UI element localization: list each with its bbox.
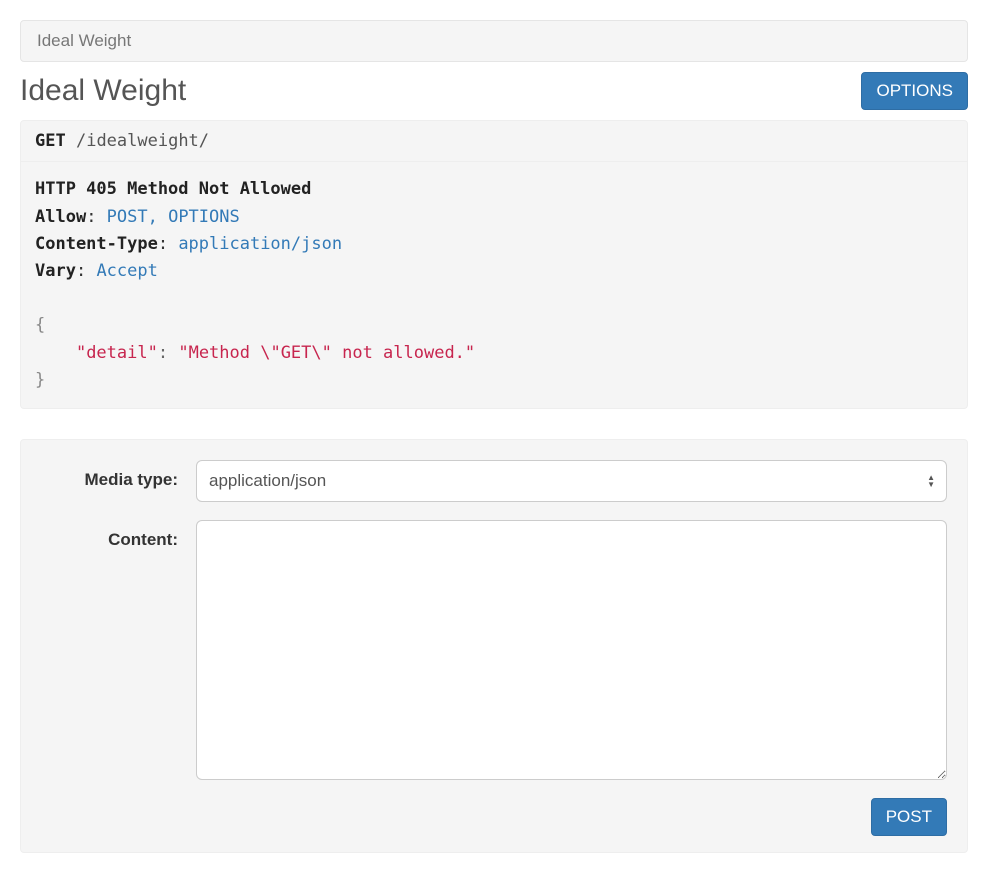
json-close-brace: } bbox=[35, 370, 45, 390]
hdr-allow-val: POST, OPTIONS bbox=[107, 207, 240, 227]
response-status-line: HTTP 405 Method Not Allowed bbox=[35, 179, 311, 199]
options-button[interactable]: OPTIONS bbox=[861, 72, 968, 110]
json-open-brace: { bbox=[35, 315, 45, 335]
hdr-ctype-val: application/json bbox=[178, 234, 342, 254]
post-button[interactable]: POST bbox=[871, 798, 947, 836]
response-block: HTTP 405 Method Not Allowed Allow: POST,… bbox=[20, 162, 968, 409]
media-type-select[interactable]: application/json bbox=[196, 460, 947, 502]
title-row: Ideal Weight OPTIONS bbox=[20, 72, 968, 110]
hdr-allow-key: Allow bbox=[35, 207, 86, 227]
request-line: GET /idealweight/ bbox=[20, 120, 968, 162]
content-label: Content: bbox=[41, 520, 196, 550]
hdr-vary-key: Vary bbox=[35, 261, 76, 281]
form-panel: Media type: application/json ▲▼ Content:… bbox=[20, 439, 968, 853]
hdr-ctype-key: Content-Type bbox=[35, 234, 158, 254]
breadcrumb-current: Ideal Weight bbox=[37, 31, 131, 50]
hdr-vary-val: Accept bbox=[96, 261, 157, 281]
media-type-label: Media type: bbox=[41, 460, 196, 490]
content-textarea[interactable] bbox=[196, 520, 947, 780]
page-title: Ideal Weight bbox=[20, 74, 186, 108]
breadcrumb: Ideal Weight bbox=[20, 20, 968, 62]
request-path: /idealweight/ bbox=[76, 131, 209, 151]
request-method: GET bbox=[35, 131, 66, 151]
json-body-value: "Method \"GET\" not allowed." bbox=[178, 343, 475, 363]
json-body-key: "detail" bbox=[76, 343, 158, 363]
